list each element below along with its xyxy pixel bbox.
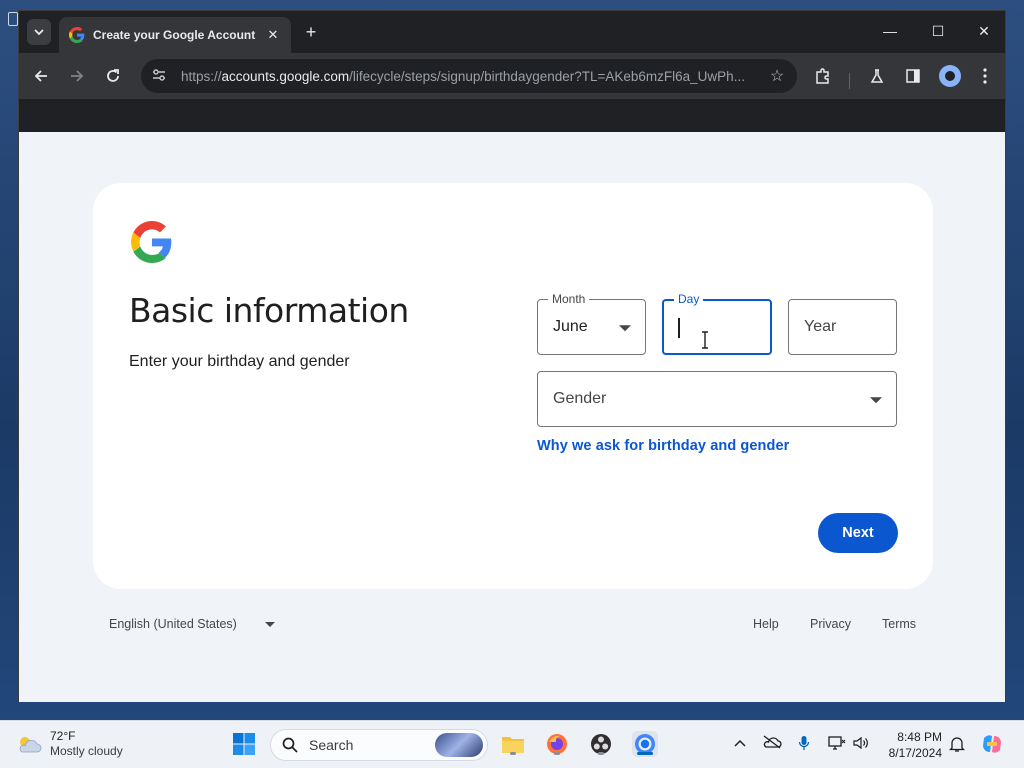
tab-search-button[interactable] xyxy=(27,19,51,45)
partly-cloudy-icon xyxy=(19,737,42,753)
onedrive-status-icon[interactable] xyxy=(762,735,782,752)
chrome-button[interactable] xyxy=(632,731,658,757)
browser-toolbar: https://accounts.google.com/lifecycle/st… xyxy=(19,53,1005,99)
desktop-icon[interactable] xyxy=(8,12,18,26)
windows-logo-icon xyxy=(233,733,255,755)
toolbar-spacer xyxy=(19,99,1005,132)
copilot-icon[interactable] xyxy=(980,732,1004,759)
terms-link[interactable]: Terms xyxy=(882,617,916,631)
month-value: June xyxy=(553,318,588,335)
side-panel-button[interactable] xyxy=(901,64,925,88)
windows-taskbar: 72°F Mostly cloudy Search 8:48 PM 8/17/2… xyxy=(0,720,1024,768)
chevron-down-icon xyxy=(34,29,44,36)
temperature: 72°F xyxy=(50,729,76,743)
ibeam-cursor-icon xyxy=(702,331,708,349)
microphone-icon[interactable] xyxy=(798,735,810,754)
clock-date: 8/17/2024 xyxy=(888,746,942,760)
page-title: Basic information xyxy=(129,291,409,330)
weather-widget[interactable]: 72°F Mostly cloudy xyxy=(16,729,123,759)
next-button[interactable]: Next xyxy=(818,513,898,553)
toolbar-divider xyxy=(849,73,850,89)
signup-page: Basic information Enter your birthday an… xyxy=(19,132,1005,702)
dropdown-arrow-icon xyxy=(619,325,631,332)
tab-close-icon[interactable]: ✕ xyxy=(265,27,281,43)
active-running-indicator xyxy=(637,752,653,755)
why-birthday-gender-link[interactable]: Why we ask for birthday and gender xyxy=(537,438,789,454)
month-select[interactable]: Month June xyxy=(537,292,646,355)
firefox-button[interactable] xyxy=(544,731,570,757)
reload-icon xyxy=(107,69,119,82)
flask-icon xyxy=(870,69,884,83)
folder-icon xyxy=(502,737,524,753)
file-explorer-button[interactable] xyxy=(500,731,526,757)
maximize-button[interactable]: ☐ xyxy=(927,23,949,40)
text-cursor xyxy=(678,318,680,338)
gender-placeholder: Gender xyxy=(553,390,607,407)
tab-strip: Create your Google Account ✕ + — ☐ ✕ xyxy=(19,11,1005,53)
forward-button[interactable] xyxy=(65,64,89,88)
search-icon xyxy=(282,737,298,753)
url-host: accounts.google.com xyxy=(221,68,350,84)
back-button[interactable] xyxy=(29,64,53,88)
url-scheme: https:// xyxy=(181,68,222,84)
kebab-menu-icon xyxy=(983,68,987,84)
url-path: /lifecycle/steps/signup/birthdaygender?T… xyxy=(349,68,745,84)
language-label: English (United States) xyxy=(109,617,237,631)
notifications-bell-icon[interactable] xyxy=(948,735,966,756)
site-info-icon[interactable] xyxy=(151,68,171,85)
year-placeholder: Year xyxy=(804,318,837,335)
page-subtitle: Enter your birthday and gender xyxy=(129,353,350,370)
volume-icon[interactable] xyxy=(852,735,870,754)
side-panel-icon xyxy=(906,69,920,83)
google-favicon-icon xyxy=(69,27,85,43)
active-tab[interactable]: Create your Google Account ✕ xyxy=(59,17,291,53)
more-menu-button[interactable] xyxy=(973,64,997,88)
new-tab-button[interactable]: + xyxy=(301,22,321,42)
help-link[interactable]: Help xyxy=(753,617,779,631)
clock-time: 8:48 PM xyxy=(897,730,942,744)
minimize-button[interactable]: — xyxy=(879,23,901,39)
puzzle-icon xyxy=(816,68,829,84)
day-input[interactable]: Day xyxy=(662,292,772,355)
obs-button[interactable] xyxy=(588,731,614,757)
taskbar-search[interactable]: Search xyxy=(270,729,488,761)
running-indicator xyxy=(510,752,516,755)
language-selector[interactable]: English (United States) xyxy=(109,617,275,631)
privacy-link[interactable]: Privacy xyxy=(810,617,851,631)
reload-button[interactable] xyxy=(101,64,125,88)
extensions-button[interactable] xyxy=(811,64,835,88)
google-logo-icon xyxy=(131,221,172,263)
start-button[interactable] xyxy=(231,731,257,757)
network-icon[interactable] xyxy=(828,735,846,754)
chevron-up-icon xyxy=(734,739,746,747)
dropdown-arrow-icon xyxy=(264,621,275,627)
year-input[interactable]: Year xyxy=(788,299,897,355)
profile-avatar-icon[interactable] xyxy=(939,65,961,87)
signup-card: Basic information Enter your birthday an… xyxy=(93,183,933,589)
url-text: https://accounts.google.com/lifecycle/st… xyxy=(181,69,767,84)
running-indicator xyxy=(554,752,560,755)
running-indicator xyxy=(598,752,604,755)
weather-condition: Mostly cloudy xyxy=(50,744,123,758)
gender-select[interactable]: Gender xyxy=(537,371,897,427)
dropdown-arrow-icon xyxy=(870,397,882,404)
search-highlight-image xyxy=(435,733,483,757)
address-bar[interactable]: https://accounts.google.com/lifecycle/st… xyxy=(141,59,797,93)
tab-title: Create your Google Account xyxy=(93,28,256,42)
search-placeholder: Search xyxy=(309,737,354,753)
day-label: Day xyxy=(674,292,704,306)
bookmark-star-icon[interactable]: ☆ xyxy=(767,66,787,86)
system-clock[interactable]: 8:48 PM 8/17/2024 xyxy=(880,729,942,761)
arrow-left-icon xyxy=(34,70,47,82)
arrow-right-icon xyxy=(71,70,84,82)
month-label: Month xyxy=(548,292,590,306)
show-hidden-icons-button[interactable] xyxy=(734,735,746,751)
browser-window: Create your Google Account ✕ + — ☐ ✕ htt… xyxy=(18,10,1006,702)
labs-button[interactable] xyxy=(865,64,889,88)
close-window-button[interactable]: ✕ xyxy=(973,23,995,40)
